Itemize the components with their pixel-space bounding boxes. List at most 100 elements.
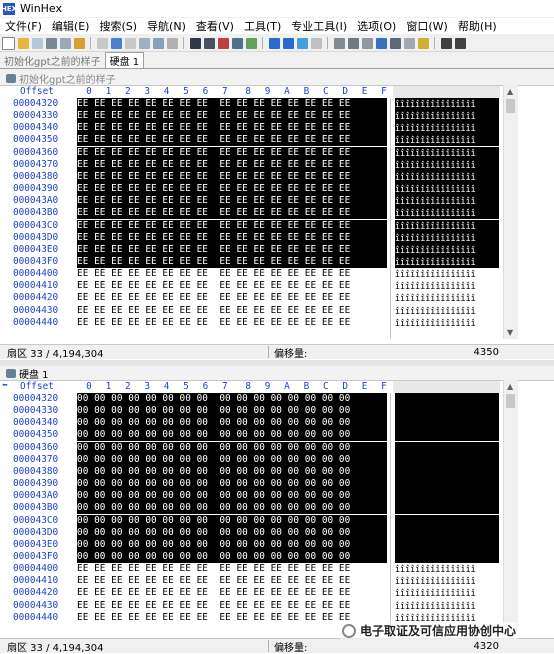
row-ascii[interactable]: îîîîîîîîîîîîîîîî xyxy=(395,292,499,304)
row-hex-bytes[interactable]: EE EE EE EE EE EE EE EE EE EE EE EE EE E… xyxy=(77,183,387,196)
find-next-icon[interactable] xyxy=(246,37,257,49)
row-hex-bytes[interactable]: 00 00 00 00 00 00 00 00 00 00 00 00 00 0… xyxy=(77,393,387,405)
scroll-up-icon[interactable]: ▲ xyxy=(507,382,513,391)
menu-tools[interactable]: 工具(T) xyxy=(239,18,286,34)
options-icon[interactable] xyxy=(418,37,429,49)
row-hex-bytes[interactable]: 00 00 00 00 00 00 00 00 00 00 00 00 00 0… xyxy=(77,490,387,503)
row-ascii[interactable]: îîîîîîîîîîîîîîîî xyxy=(395,134,499,147)
scroll-right-icon[interactable] xyxy=(455,37,466,49)
row-hex-bytes[interactable]: 00 00 00 00 00 00 00 00 00 00 00 00 00 0… xyxy=(77,538,387,551)
hex-row[interactable]: 000043C0 00 00 00 00 00 00 00 00 00 00 00… xyxy=(0,514,554,527)
row-ascii[interactable] xyxy=(395,453,499,466)
row-ascii[interactable] xyxy=(395,526,499,539)
row-ascii[interactable]: îîîîîîîîîîîîîîîî xyxy=(395,170,499,183)
row-ascii[interactable]: îîîîîîîîîîîîîîîî xyxy=(395,98,499,110)
row-ascii[interactable]: îîîîîîîîîîîîîîîî xyxy=(395,563,499,575)
row-hex-bytes[interactable]: EE EE EE EE EE EE EE EE EE EE EE EE EE E… xyxy=(77,575,387,587)
row-ascii[interactable] xyxy=(395,550,499,563)
hex-row[interactable]: 00004320 EE EE EE EE EE EE EE EE EE EE EE… xyxy=(0,98,554,110)
hex-row[interactable]: 00004330 00 00 00 00 00 00 00 00 00 00 00… xyxy=(0,405,554,418)
hex-row[interactable]: 00004380 00 00 00 00 00 00 00 00 00 00 00… xyxy=(0,465,554,478)
hex-row[interactable]: 000043D0 00 00 00 00 00 00 00 00 00 00 00… xyxy=(0,526,554,539)
disk-editor-icon[interactable] xyxy=(334,37,345,49)
hex-row[interactable]: 000043D0 EE EE EE EE EE EE EE EE EE EE EE… xyxy=(0,231,554,244)
find-hex-icon[interactable] xyxy=(204,37,215,49)
new-file-icon[interactable] xyxy=(2,36,15,50)
row-hex-bytes[interactable]: EE EE EE EE EE EE EE EE EE EE EE EE EE E… xyxy=(77,219,387,232)
open-disk-icon[interactable] xyxy=(74,37,85,49)
hex-row[interactable]: 000043B0 EE EE EE EE EE EE EE EE EE EE EE… xyxy=(0,207,554,220)
row-ascii[interactable]: îîîîîîîîîîîîîîîî xyxy=(395,183,499,196)
row-ascii[interactable]: îîîîîîîîîîîîîîîî xyxy=(395,268,499,280)
hex-row[interactable]: 00004420 EE EE EE EE EE EE EE EE EE EE EE… xyxy=(0,587,554,599)
row-hex-bytes[interactable]: EE EE EE EE EE EE EE EE EE EE EE EE EE E… xyxy=(77,231,387,244)
row-hex-bytes[interactable]: 00 00 00 00 00 00 00 00 00 00 00 00 00 0… xyxy=(77,478,387,491)
hex-row[interactable]: 00004410 EE EE EE EE EE EE EE EE EE EE EE… xyxy=(0,575,554,587)
row-ascii[interactable] xyxy=(395,478,499,491)
row-ascii[interactable]: îîîîîîîîîîîîîîîî xyxy=(395,195,499,208)
row-ascii[interactable] xyxy=(395,502,499,515)
paste-icon[interactable] xyxy=(125,37,136,49)
row-hex-bytes[interactable]: EE EE EE EE EE EE EE EE EE EE EE EE EE E… xyxy=(77,98,387,110)
row-hex-bytes[interactable]: EE EE EE EE EE EE EE EE EE EE EE EE EE E… xyxy=(77,243,387,256)
scroll-left-icon[interactable] xyxy=(441,37,452,49)
row-hex-bytes[interactable]: EE EE EE EE EE EE EE EE EE EE EE EE EE E… xyxy=(77,110,387,123)
row-ascii[interactable]: îîîîîîîîîîîîîîîî xyxy=(395,110,499,123)
hex-row[interactable]: 000043C0 EE EE EE EE EE EE EE EE EE EE EE… xyxy=(0,219,554,232)
hex-row[interactable]: 000043A0 EE EE EE EE EE EE EE EE EE EE EE… xyxy=(0,195,554,208)
hex-row[interactable]: 00004360 00 00 00 00 00 00 00 00 00 00 00… xyxy=(0,441,554,454)
hex-row[interactable]: 00004320 00 00 00 00 00 00 00 00 00 00 00… xyxy=(0,393,554,405)
back-arrow-icon[interactable]: ⬅ xyxy=(2,380,8,391)
row-ascii[interactable]: îîîîîîîîîîîîîîîî xyxy=(395,305,499,317)
paste-block-icon[interactable] xyxy=(153,37,164,49)
replace-hex-icon[interactable] xyxy=(232,37,243,49)
menu-edit[interactable]: 编辑(E) xyxy=(47,18,95,34)
replace-icon[interactable] xyxy=(218,37,229,49)
scrollbar-thumb[interactable] xyxy=(506,99,515,113)
row-ascii[interactable] xyxy=(395,514,499,527)
print-icon[interactable] xyxy=(46,37,57,49)
row-ascii[interactable] xyxy=(395,441,499,454)
row-hex-bytes[interactable]: 00 00 00 00 00 00 00 00 00 00 00 00 00 0… xyxy=(77,417,387,430)
hex-row[interactable]: 000043F0 00 00 00 00 00 00 00 00 00 00 00… xyxy=(0,550,554,563)
copy-block-icon[interactable] xyxy=(139,37,150,49)
row-ascii[interactable]: îîîîîîîîîîîîîîîî xyxy=(395,231,499,244)
row-hex-bytes[interactable]: EE EE EE EE EE EE EE EE EE EE EE EE EE E… xyxy=(77,146,387,159)
hash-icon[interactable] xyxy=(390,37,401,49)
copy-icon[interactable] xyxy=(111,37,122,49)
hex-row[interactable]: 00004400 EE EE EE EE EE EE EE EE EE EE EE… xyxy=(0,563,554,575)
menu-search[interactable]: 搜索(S) xyxy=(94,18,142,34)
row-hex-bytes[interactable]: 00 00 00 00 00 00 00 00 00 00 00 00 00 0… xyxy=(77,405,387,418)
scroll-up-icon[interactable]: ▲ xyxy=(507,87,513,96)
row-hex-bytes[interactable]: EE EE EE EE EE EE EE EE EE EE EE EE EE E… xyxy=(77,305,387,317)
tools-icon[interactable] xyxy=(404,37,415,49)
save-icon[interactable] xyxy=(32,37,43,49)
row-hex-bytes[interactable]: EE EE EE EE EE EE EE EE EE EE EE EE EE E… xyxy=(77,122,387,135)
undo-icon[interactable] xyxy=(97,37,108,49)
row-ascii[interactable]: îîîîîîîîîîîîîîîî xyxy=(395,575,499,587)
row-hex-bytes[interactable]: 00 00 00 00 00 00 00 00 00 00 00 00 00 0… xyxy=(77,441,387,454)
vertical-scrollbar[interactable]: ▲ ▼ xyxy=(503,85,518,339)
row-ascii[interactable] xyxy=(395,405,499,418)
menu-help[interactable]: 帮助(H) xyxy=(453,18,502,34)
interpreter-icon[interactable] xyxy=(362,37,373,49)
row-ascii[interactable]: îîîîîîîîîîîîîîîî xyxy=(395,317,499,329)
tab-snapshot[interactable]: 初始化gpt之前的样子 xyxy=(0,53,105,68)
hex-row[interactable]: 00004370 EE EE EE EE EE EE EE EE EE EE EE… xyxy=(0,158,554,171)
row-ascii[interactable]: îîîîîîîîîîîîîîîî xyxy=(395,587,499,599)
row-hex-bytes[interactable]: EE EE EE EE EE EE EE EE EE EE EE EE EE E… xyxy=(77,587,387,599)
hex-row[interactable]: 00004380 EE EE EE EE EE EE EE EE EE EE EE… xyxy=(0,170,554,183)
row-ascii[interactable] xyxy=(395,429,499,442)
hex-row[interactable]: 00004340 EE EE EE EE EE EE EE EE EE EE EE… xyxy=(0,122,554,135)
menu-navigation[interactable]: 导航(N) xyxy=(142,18,191,34)
row-hex-bytes[interactable]: EE EE EE EE EE EE EE EE EE EE EE EE EE E… xyxy=(77,292,387,304)
hex-row[interactable]: 000043F0 EE EE EE EE EE EE EE EE EE EE EE… xyxy=(0,255,554,268)
row-hex-bytes[interactable]: EE EE EE EE EE EE EE EE EE EE EE EE EE E… xyxy=(77,195,387,208)
row-hex-bytes[interactable]: 00 00 00 00 00 00 00 00 00 00 00 00 00 0… xyxy=(77,526,387,539)
row-hex-bytes[interactable]: EE EE EE EE EE EE EE EE EE EE EE EE EE E… xyxy=(77,268,387,280)
tab-disk-1[interactable]: 硬盘 1 xyxy=(104,52,145,68)
hex-row[interactable]: 00004400 EE EE EE EE EE EE EE EE EE EE EE… xyxy=(0,268,554,280)
menu-window[interactable]: 窗口(W) xyxy=(401,18,452,34)
goto-sector-icon[interactable] xyxy=(283,37,294,49)
hex-row[interactable]: 00004440 EE EE EE EE EE EE EE EE EE EE EE… xyxy=(0,317,554,329)
